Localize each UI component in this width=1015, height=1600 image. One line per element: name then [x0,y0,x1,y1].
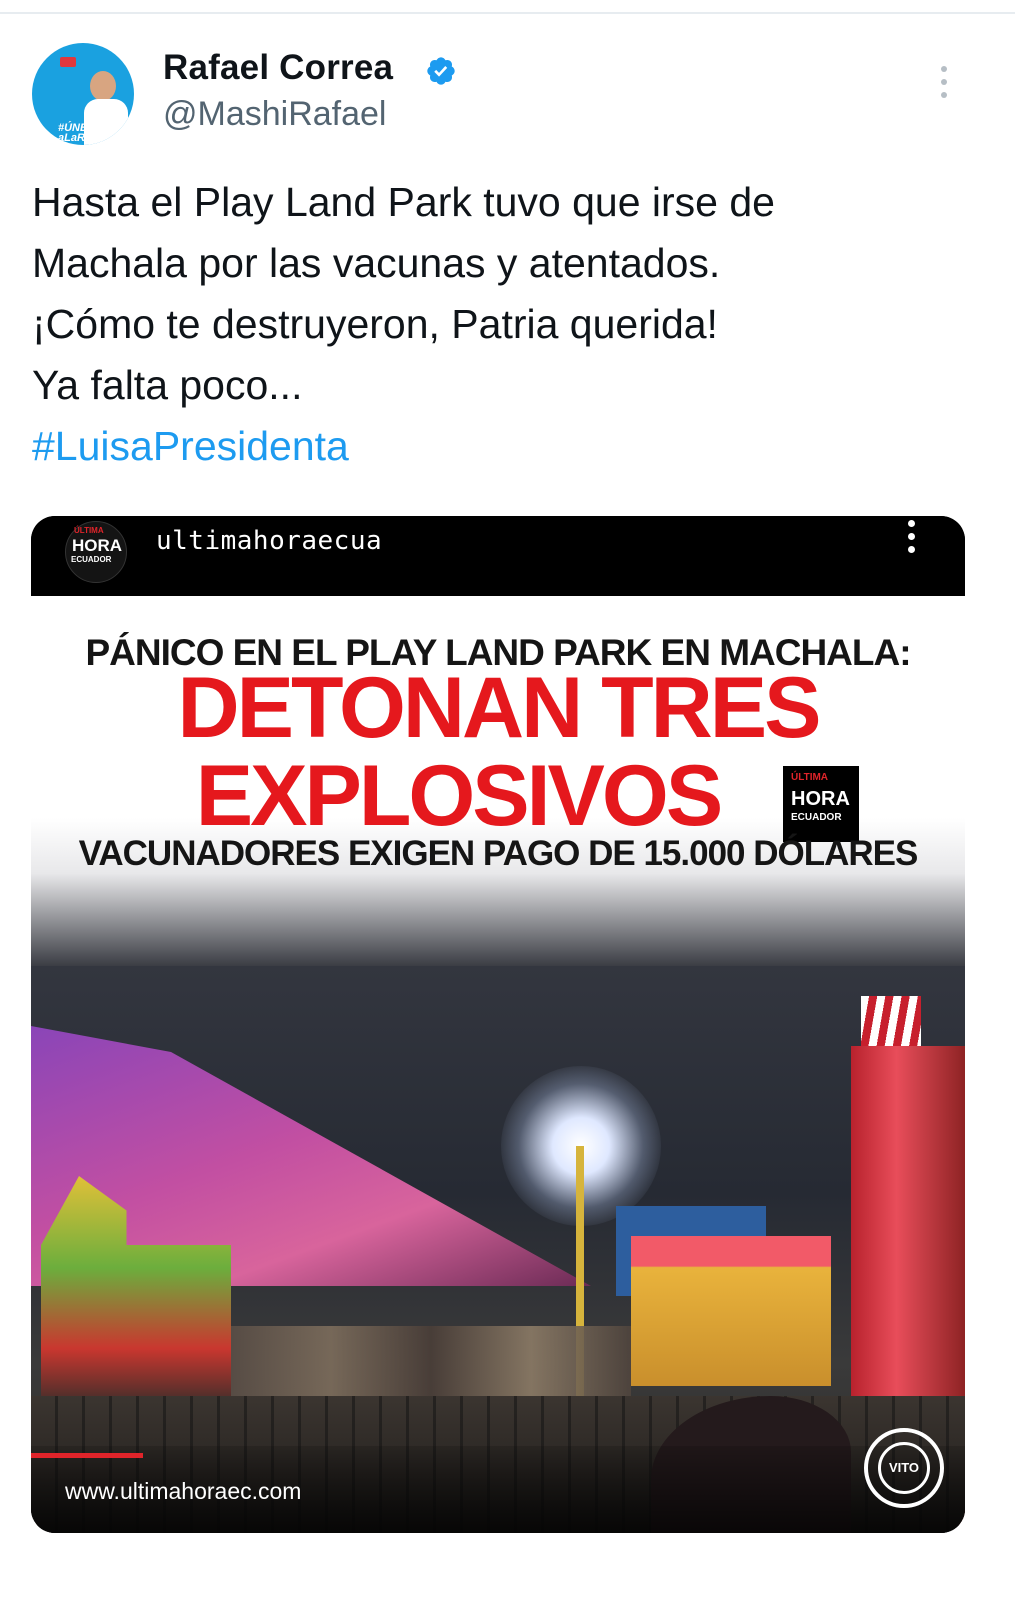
logo-text: HORA [791,788,850,810]
logo-text: ÚLTIMA [791,772,829,783]
headline-banner: PÁNICO EN EL PLAY LAND PARK EN MACHALA: … [31,596,965,966]
source-logo: ÚLTIMA HORA ECUADOR [65,521,127,583]
author-name[interactable]: Rafael Correa [163,48,393,88]
avatar-flag [60,57,76,67]
instagram-header: ÚLTIMA HORA ECUADOR ultimahoraecua [31,516,965,596]
avatar-text: #ÚNETE aLaRC [58,122,102,144]
top-divider [0,12,1015,14]
tweet-media-image[interactable]: ÚLTIMA HORA ECUADOR ultimahoraecua PÁNIC… [31,516,965,1533]
tweet-line: Ya falta poco... [32,362,303,408]
logo-text: ECUADOR [791,812,842,823]
tweet-text: Hasta el Play Land Park tuvo que irse de… [32,172,982,477]
avatar-person-head [90,71,116,101]
hashtag-link[interactable]: #LuisaPresidenta [32,416,982,477]
media-more-icon [908,520,918,559]
watermark-text: VITO [878,1442,930,1494]
logo-text: HORA [72,536,123,555]
author-handle[interactable]: @MashiRafael [163,95,387,134]
headline-sub: VACUNADORES EXIGEN PAGO DE 15.000 DÓLARE… [78,834,919,873]
source-account: ultimahoraecua [156,526,383,556]
verified-badge-icon [427,57,455,85]
food-booth [631,1236,831,1386]
watermark-logo: VITO [864,1428,944,1508]
headline-logo: ÚLTIMA HORA ECUADOR [783,766,859,842]
logo-text: ÚLTIMA [74,526,104,535]
site-url: www.ultimahoraec.com [65,1478,302,1504]
tweet-line: Hasta el Play Land Park tuvo que irse de [32,179,775,225]
more-vertical-icon[interactable] [934,66,954,106]
headline-main-line1: DETONAN TRES [177,660,822,756]
logo-text: ECUADOR [71,555,112,564]
tweet-line: ¡Cómo te destruyeron, Patria querida! [32,301,718,347]
author-avatar[interactable]: #ÚNETE aLaRC [32,43,134,145]
video-progress-bar [31,1453,144,1458]
tweet-line: Machala por las vacunas y atentados. [32,240,721,286]
